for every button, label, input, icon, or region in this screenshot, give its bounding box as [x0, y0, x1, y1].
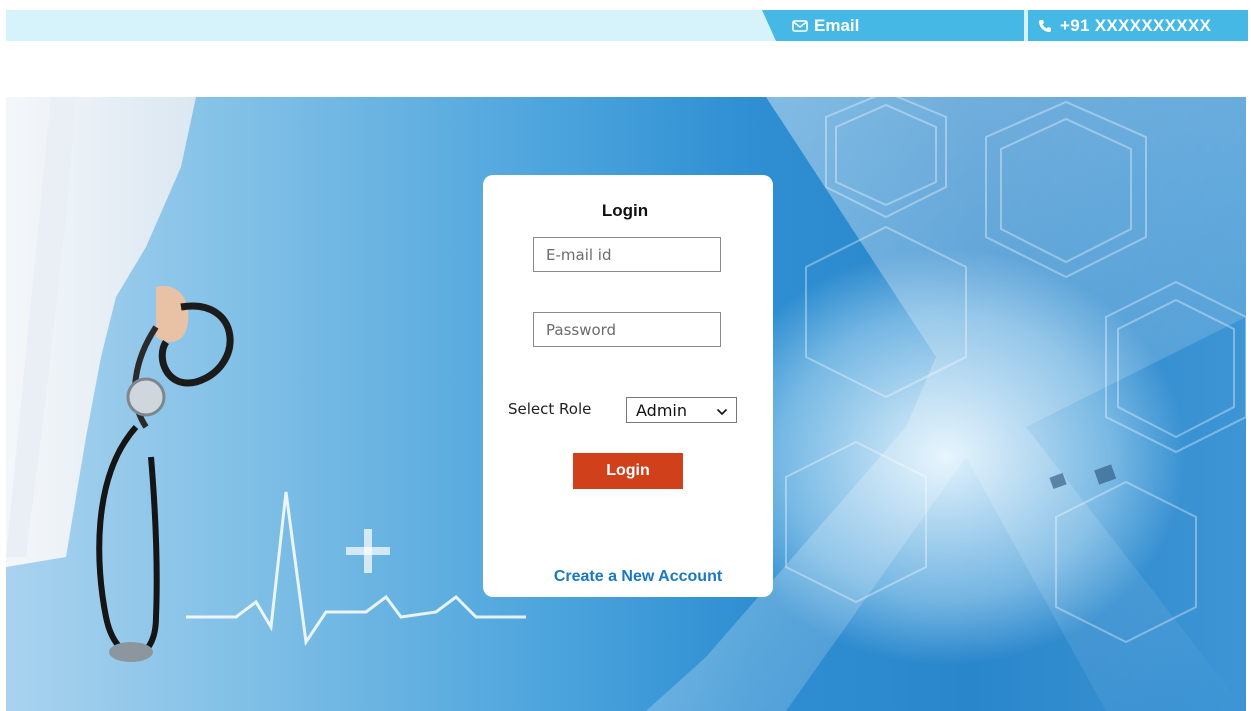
- password-field[interactable]: [533, 312, 721, 347]
- role-selected-value: Admin: [636, 400, 687, 420]
- chevron-down-icon: [716, 401, 728, 420]
- email-contact[interactable]: Email: [762, 10, 1024, 41]
- top-contact-bar: Email +91 XXXXXXXXXX: [6, 10, 1248, 41]
- email-input[interactable]: [546, 245, 708, 264]
- phone-icon: [1038, 19, 1052, 33]
- role-select[interactable]: Admin: [626, 397, 737, 423]
- phone-contact[interactable]: +91 XXXXXXXXXX: [1028, 10, 1248, 41]
- login-card: Login Select Role Admin Login Create a N…: [483, 175, 773, 597]
- login-title: Login: [601, 201, 649, 220]
- login-button[interactable]: Login: [573, 453, 683, 489]
- email-label: Email: [814, 15, 860, 35]
- role-label: Select Role: [508, 400, 592, 418]
- email-field[interactable]: [533, 237, 721, 272]
- phone-label: +91 XXXXXXXXXX: [1060, 15, 1212, 35]
- create-account-link[interactable]: Create a New Account: [483, 568, 793, 586]
- envelope-icon: [792, 19, 808, 33]
- password-input[interactable]: [546, 320, 708, 339]
